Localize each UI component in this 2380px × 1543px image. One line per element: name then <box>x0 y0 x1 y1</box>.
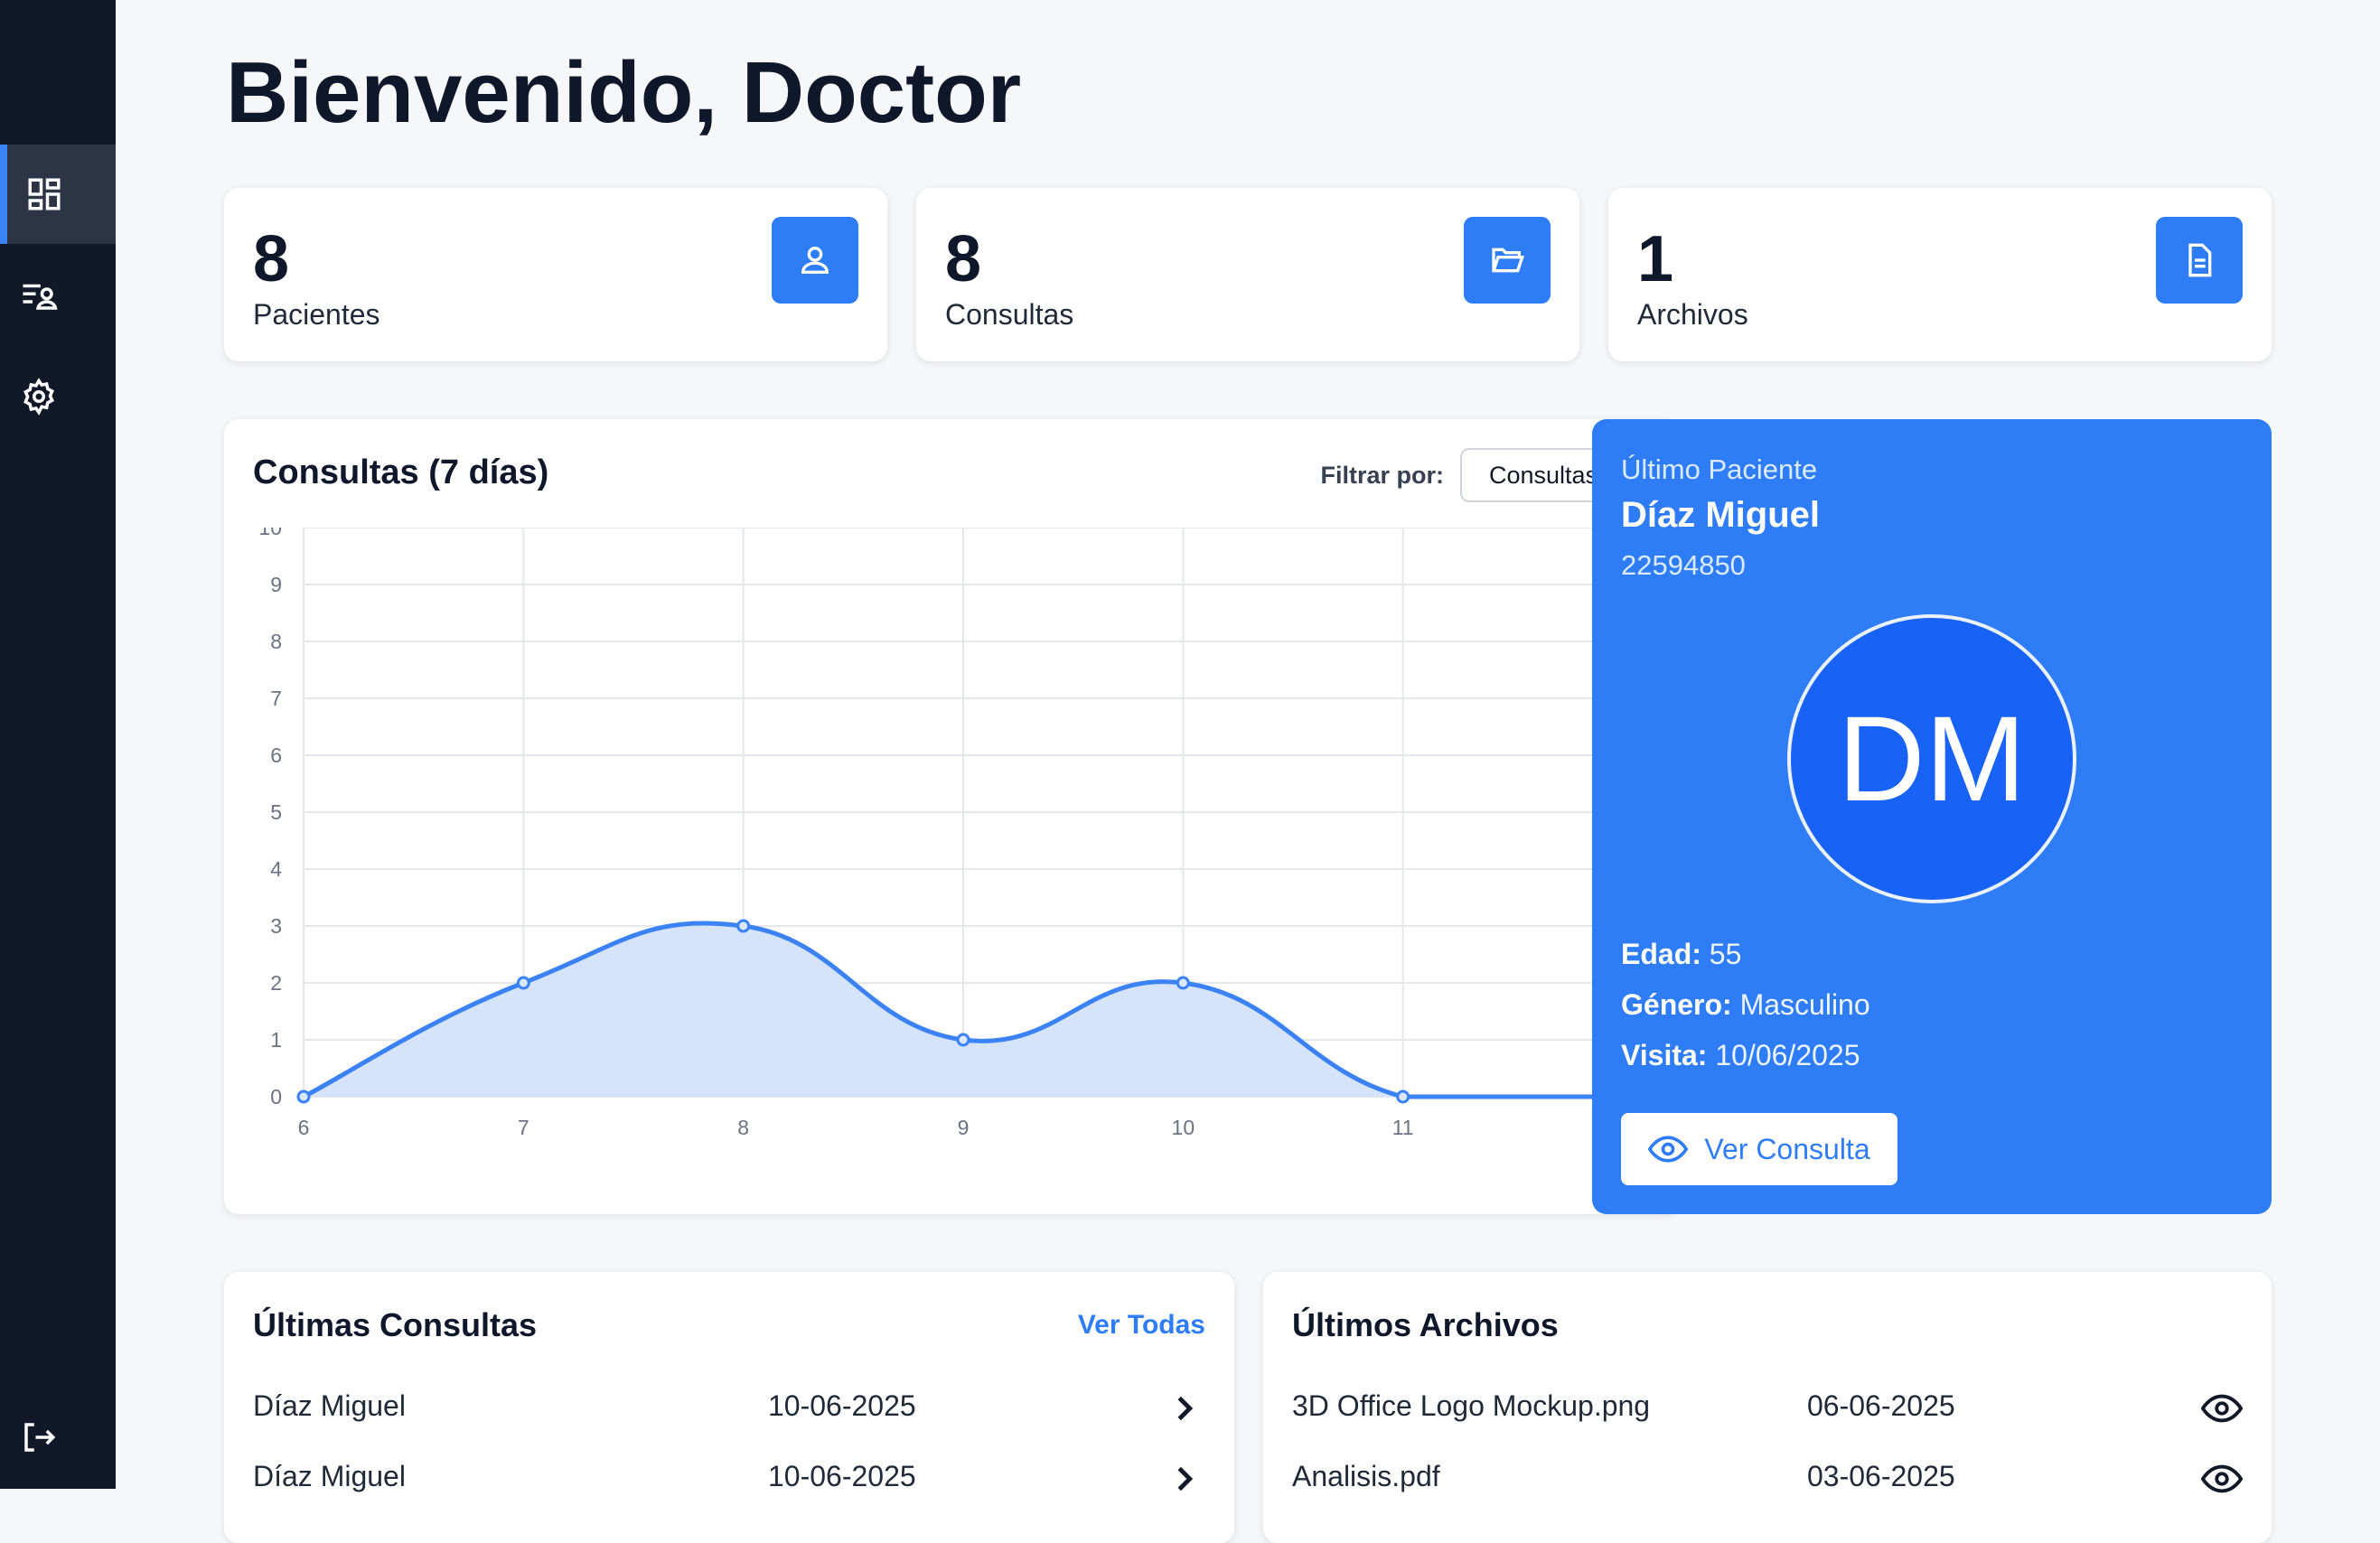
data-point <box>1396 1089 1410 1104</box>
avatar: DM <box>1787 614 2076 903</box>
gender-label: Género: <box>1621 988 1732 1021</box>
chevron-right-icon <box>1177 1396 1194 1421</box>
stat-card-files[interactable]: 1 Archivos <box>1608 188 2272 361</box>
view-consult-label: Ver Consulta <box>1704 1132 1870 1165</box>
file-name: 3D Office Logo Mockup.png <box>1292 1389 1651 1422</box>
consults-chart: 0123456789106789101112 <box>258 528 1635 1139</box>
last-patient-name: Díaz Miguel <box>1621 495 1821 535</box>
stat-label: Pacientes <box>253 298 380 331</box>
last-patient-card: Último Paciente Díaz Miguel 22594850 DM … <box>1592 419 2272 1214</box>
consult-date: 10-06-2025 <box>768 1389 916 1422</box>
gear-icon <box>23 378 54 416</box>
user-icon <box>772 217 858 304</box>
data-point <box>1176 976 1190 990</box>
visit-value: 10/06/2025 <box>1715 1039 1860 1071</box>
file-name: Analisis.pdf <box>1292 1460 1440 1492</box>
file-date: 03-06-2025 <box>1807 1460 1955 1492</box>
sidebar-item-dashboard[interactable] <box>0 145 116 244</box>
last-patient-heading: Último Paciente <box>1621 454 1818 485</box>
age-label: Edad: <box>1621 938 1701 970</box>
list-item: 3D Office Logo Mockup.png 06-06-2025 <box>1292 1379 2243 1442</box>
x-tick-label: 11 <box>1392 1116 1414 1139</box>
y-tick-label: 9 <box>270 573 282 596</box>
stat-label: Archivos <box>1637 298 1748 331</box>
data-point <box>736 919 751 933</box>
stat-card-consults[interactable]: 8 Consultas <box>916 188 1579 361</box>
x-tick-label: 6 <box>298 1116 310 1139</box>
filter-select-value: Consultas <box>1489 461 1598 489</box>
y-tick-label: 4 <box>270 857 282 881</box>
y-tick-label: 3 <box>270 914 282 938</box>
y-tick-label: 2 <box>270 971 282 995</box>
sidebar-item-patients[interactable] <box>0 246 116 345</box>
eye-icon[interactable] <box>2201 1388 2243 1429</box>
age-value: 55 <box>1709 938 1742 970</box>
chart-card: Consultas (7 días) Filtrar por: Consulta… <box>224 419 1679 1214</box>
y-tick-label: 10 <box>258 528 282 539</box>
sidebar-item-settings[interactable] <box>0 347 116 446</box>
list-item[interactable]: Díaz Miguel 10-06-2025 <box>253 1379 1205 1442</box>
y-tick-label: 0 <box>270 1085 282 1108</box>
file-date: 06-06-2025 <box>1807 1389 1955 1422</box>
consult-date: 10-06-2025 <box>768 1460 916 1492</box>
eye-icon[interactable] <box>2201 1458 2243 1500</box>
stat-label: Consultas <box>945 298 1074 331</box>
data-point <box>516 976 530 990</box>
stat-value: 8 <box>253 223 290 295</box>
logout-icon <box>24 1423 56 1452</box>
last-consults-title: Últimas Consultas <box>253 1306 538 1343</box>
consult-patient: Díaz Miguel <box>253 1460 406 1492</box>
filter-label: Filtrar por: <box>1320 461 1444 489</box>
stat-card-patients[interactable]: 8 Pacientes <box>224 188 887 361</box>
consult-patient: Díaz Miguel <box>253 1389 406 1422</box>
folder-open-icon <box>1464 217 1551 304</box>
x-tick-label: 9 <box>958 1116 970 1139</box>
sidebar <box>0 0 116 1489</box>
last-files-title: Últimos Archivos <box>1292 1306 1559 1343</box>
data-point <box>956 1033 970 1047</box>
list-item[interactable]: Díaz Miguel 10-06-2025 <box>253 1449 1205 1512</box>
x-tick-label: 8 <box>737 1116 749 1139</box>
list-item: Analisis.pdf 03-06-2025 <box>1292 1449 2243 1512</box>
see-all-link[interactable]: Ver Todas <box>1078 1310 1205 1341</box>
last-patient-id: 22594850 <box>1621 549 1746 581</box>
last-files-card: Últimos Archivos 3D Office Logo Mockup.p… <box>1263 1272 2272 1543</box>
gender-value: Masculino <box>1739 988 1870 1021</box>
chevron-right-icon <box>1177 1466 1194 1492</box>
chart-title: Consultas (7 días) <box>253 454 549 491</box>
y-tick-label: 6 <box>270 743 282 767</box>
x-tick-label: 7 <box>518 1116 529 1139</box>
y-tick-label: 5 <box>270 800 282 824</box>
patient-list-icon <box>23 284 58 310</box>
data-point <box>296 1089 311 1104</box>
visit-label: Visita: <box>1621 1039 1708 1071</box>
document-icon <box>2156 217 2243 304</box>
y-tick-label: 8 <box>270 630 282 653</box>
main-content: Bienvenido, Doctor 8 Pacientes 8 Consult… <box>116 0 2380 1543</box>
eye-icon <box>1648 1136 1689 1163</box>
y-tick-label: 1 <box>270 1028 282 1052</box>
page-title: Bienvenido, Doctor <box>226 44 1022 141</box>
patient-age: Edad: 55 <box>1621 938 1741 971</box>
x-tick-label: 10 <box>1172 1116 1195 1139</box>
last-consults-card: Últimas Consultas Ver Todas Díaz Miguel … <box>224 1272 1234 1543</box>
y-tick-label: 7 <box>270 687 282 710</box>
stat-value: 8 <box>945 223 982 295</box>
sidebar-item-logout[interactable] <box>0 1388 116 1487</box>
dashboard-icon <box>28 178 61 210</box>
patient-gender: Género: Masculino <box>1621 988 1870 1022</box>
view-consult-button[interactable]: Ver Consulta <box>1621 1113 1897 1185</box>
patient-visit: Visita: 10/06/2025 <box>1621 1039 1860 1072</box>
stat-value: 1 <box>1637 223 1674 295</box>
